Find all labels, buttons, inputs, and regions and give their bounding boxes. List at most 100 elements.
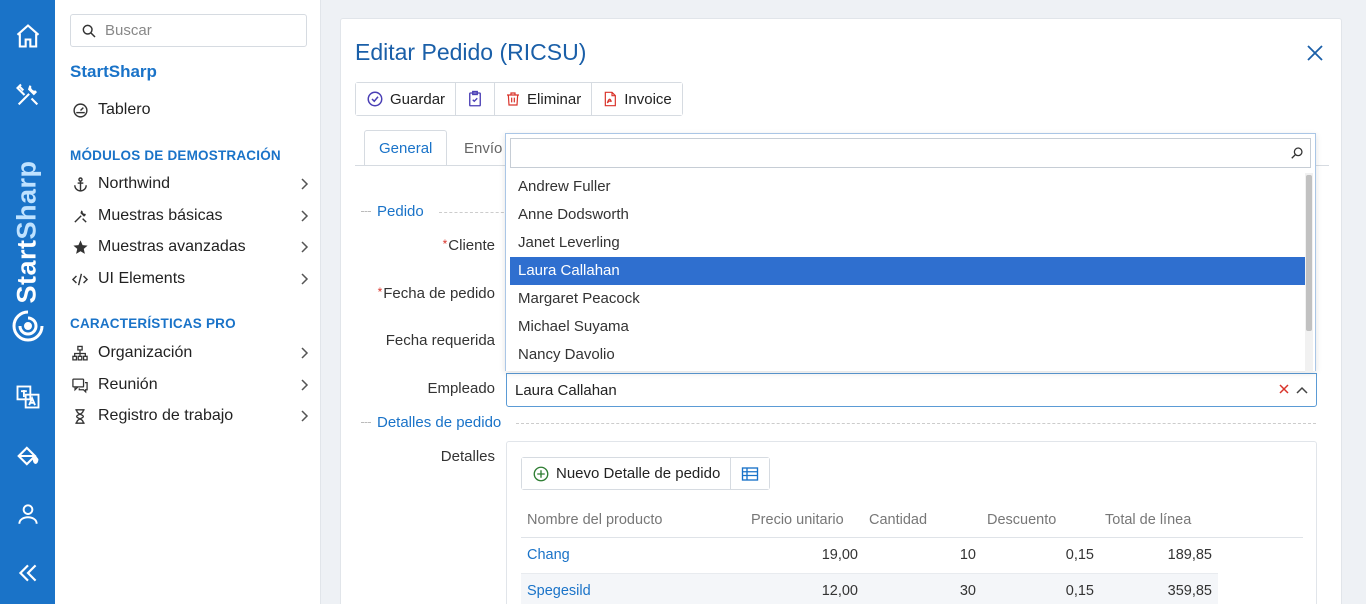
chevron-right-icon — [301, 241, 309, 253]
category-divider — [516, 423, 1316, 424]
sidebar-search[interactable] — [70, 14, 307, 47]
sidebar-item-label: Organización — [98, 344, 193, 361]
sidebar-item-work-log[interactable]: Registro de trabajo — [70, 403, 310, 429]
invoice-button[interactable]: Invoice — [592, 83, 682, 115]
save-button[interactable]: Guardar — [356, 83, 457, 115]
dropdown-search-input[interactable] — [517, 140, 1287, 166]
home-icon[interactable] — [0, 14, 55, 58]
unit-price-cell: 12,00 — [821, 583, 858, 599]
dropdown-options: Andrew Fuller Anne Dodsworth Janet Lever… — [510, 173, 1305, 369]
translate-icon[interactable] — [0, 375, 55, 419]
chat-icon — [70, 375, 90, 395]
discount-cell: 0,15 — [1065, 583, 1094, 599]
gauge-icon — [70, 100, 90, 120]
sidebar-item-label: UI Elements — [98, 270, 186, 287]
table-icon — [742, 466, 759, 481]
sidebar: StartSharp Tablero MÓDULOS DE DEMOSTRACI… — [55, 0, 321, 604]
dialog-title: Editar Pedido (RICSU) — [355, 39, 587, 65]
hourglass-icon — [70, 406, 90, 426]
column-header[interactable]: Precio unitario — [751, 512, 844, 528]
paint-bucket-icon[interactable] — [0, 434, 55, 478]
dropdown-search[interactable] — [510, 138, 1311, 168]
app-name[interactable]: StartSharp — [70, 62, 157, 82]
code-icon — [70, 269, 90, 289]
column-header[interactable]: Total de línea — [1105, 512, 1191, 528]
details-label: Detalles — [440, 448, 495, 465]
section-demo-heading: MÓDULOS DE DEMOSTRACIÓN — [70, 148, 281, 163]
sidebar-item-ui-elements[interactable]: UI Elements — [70, 266, 310, 292]
unit-price-cell: 19,00 — [821, 547, 858, 563]
invoice-label: Invoice — [624, 90, 672, 108]
dropdown-option[interactable]: Janet Leverling — [510, 229, 1305, 257]
column-picker-button[interactable] — [731, 458, 770, 489]
category-order: Pedido — [361, 203, 424, 220]
dropdown-option[interactable]: Nancy Davolio — [510, 341, 1305, 369]
sidebar-item-meeting[interactable]: Reunión — [70, 372, 310, 398]
order-date-label: *Fecha de pedido — [377, 285, 495, 302]
check-circle-icon — [367, 91, 383, 107]
chevron-right-icon — [301, 410, 309, 422]
sidebar-item-northwind[interactable]: Northwind — [70, 171, 310, 197]
quantity-cell: 10 — [959, 547, 976, 563]
brand-logo: StartSharp — [0, 140, 55, 350]
column-header[interactable]: Cantidad — [869, 512, 927, 528]
chevron-up-icon[interactable] — [1296, 385, 1308, 395]
org-chart-icon — [70, 343, 90, 363]
delete-button[interactable]: Eliminar — [495, 83, 593, 115]
quantity-cell: 30 — [959, 583, 976, 599]
employee-dropdown: Andrew Fuller Anne Dodsworth Janet Lever… — [505, 133, 1316, 372]
tools-icon[interactable] — [0, 73, 55, 117]
chevron-right-icon — [301, 347, 309, 359]
column-header[interactable]: Nombre del producto — [527, 512, 662, 528]
search-input[interactable] — [105, 22, 295, 39]
dropdown-scrollbar[interactable] — [1305, 173, 1313, 372]
category-divider — [439, 212, 509, 213]
sidebar-item-dashboard[interactable]: Tablero — [70, 97, 310, 123]
dropdown-option[interactable]: Michael Suyama — [510, 313, 1305, 341]
employee-select[interactable]: Laura Callahan — [506, 373, 1317, 407]
new-detail-button[interactable]: Nuevo Detalle de pedido — [522, 458, 732, 489]
plus-circle-icon — [533, 466, 549, 481]
sidebar-item-label: Muestras básicas — [98, 207, 223, 224]
dropdown-option[interactable]: Andrew Fuller — [510, 173, 1305, 201]
sidebar-item-organization[interactable]: Organización — [70, 340, 310, 366]
chevron-right-icon — [301, 178, 309, 190]
star-icon — [70, 237, 90, 257]
dropdown-option[interactable]: Margaret Peacock — [510, 285, 1305, 313]
clipboard-check-icon — [469, 90, 481, 107]
product-link[interactable]: Chang — [527, 547, 570, 563]
grid-header: Nombre del producto Precio unitario Cant… — [521, 508, 1303, 538]
section-pro-heading: CARACTERÍSTICAS PRO — [70, 316, 236, 331]
save-label: Guardar — [390, 90, 446, 108]
new-detail-label: Nuevo Detalle de pedido — [556, 465, 721, 482]
sidebar-item-label: Registro de trabajo — [98, 407, 234, 424]
anchor-icon — [70, 174, 90, 194]
sidebar-item-label: Reunión — [98, 376, 158, 393]
column-header[interactable]: Descuento — [987, 512, 1056, 528]
apply-changes-button[interactable] — [456, 83, 496, 115]
chevron-right-icon — [301, 210, 309, 222]
tab-general[interactable]: General — [364, 130, 448, 166]
category-order-details: Detalles de pedido — [361, 414, 501, 431]
discount-cell: 0,15 — [1065, 547, 1094, 563]
sidebar-item-label: Tablero — [98, 101, 151, 118]
dropdown-option[interactable]: Anne Dodsworth — [510, 201, 1305, 229]
sidebar-item-advanced-samples[interactable]: Muestras avanzadas — [70, 234, 310, 260]
left-rail: StartSharp — [0, 0, 55, 604]
dropdown-option-selected[interactable]: Laura Callahan — [510, 257, 1305, 285]
employee-label: Empleado — [427, 380, 495, 397]
line-total-cell: 189,85 — [1167, 547, 1212, 563]
sidebar-item-label: Northwind — [98, 175, 171, 192]
collapse-icon[interactable] — [0, 551, 55, 595]
user-icon[interactable] — [0, 492, 55, 536]
chevron-right-icon — [301, 379, 309, 391]
pdf-icon — [604, 91, 617, 107]
sidebar-item-basic-samples[interactable]: Muestras básicas — [70, 203, 310, 229]
chevron-right-icon — [301, 273, 309, 285]
customer-label: *Cliente — [442, 237, 495, 254]
line-total-cell: 359,85 — [1167, 583, 1212, 599]
clear-icon[interactable] — [1278, 383, 1290, 395]
product-link[interactable]: Spegesild — [527, 583, 591, 599]
close-icon[interactable] — [1305, 43, 1325, 63]
required-date-label: Fecha requerida — [385, 332, 495, 349]
